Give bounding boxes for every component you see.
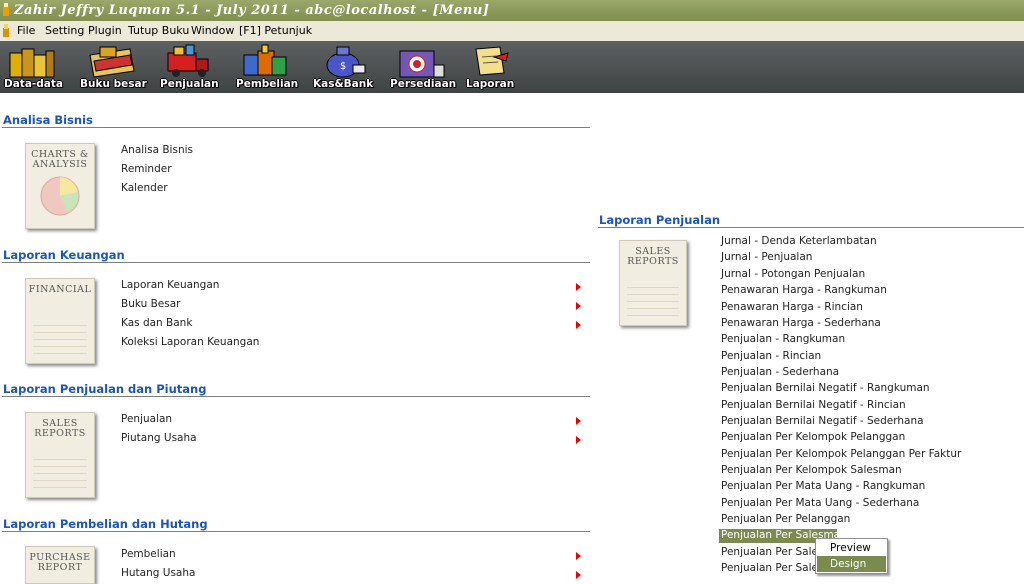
toolbar-data-data-button[interactable]: Data-data: [4, 43, 63, 91]
report-item[interactable]: Jurnal - Denda Keterlambatan: [721, 235, 877, 247]
menu-bar: File Setting Plugin Tutup Buku Window [F…: [0, 21, 1024, 41]
menu-window[interactable]: Window: [191, 21, 234, 41]
submenu-arrow-icon[interactable]: [576, 321, 581, 329]
report-item[interactable]: Penjualan Per Kelompok Pelanggan Per Fak…: [721, 448, 961, 460]
menu-item-kalender[interactable]: Kalender: [121, 182, 168, 194]
toolbar-pembelian-button[interactable]: Pembelian: [236, 43, 299, 91]
report-item[interactable]: Penjualan Per Sales: [721, 546, 823, 558]
menu-file[interactable]: File: [17, 21, 35, 41]
menu-item-piutang-usaha[interactable]: Piutang Usaha: [121, 432, 197, 444]
menu-item-hutang-usaha[interactable]: Hutang Usaha: [121, 567, 195, 579]
report-item[interactable]: Penjualan Bernilai Negatif - Rangkuman: [721, 382, 930, 394]
report-item[interactable]: Penjualan Per Sales: [721, 562, 823, 574]
section-divider: [2, 396, 590, 397]
report-item[interactable]: Penjualan Per Mata Uang - Rangkuman: [721, 480, 925, 492]
section-title-pembelian-hutang: Laporan Pembelian dan Hutang: [3, 517, 208, 531]
report-scroll-icon: [475, 46, 509, 76]
folders-icon: [9, 48, 55, 78]
toolbar-penjualan-button[interactable]: Penjualan: [160, 43, 219, 91]
window-title: Zahir Jeffry Luqman 5.1 - July 2011 - ab…: [14, 3, 490, 18]
menu-item-koleksi-laporan-keuangan[interactable]: Koleksi Laporan Keuangan: [121, 336, 259, 348]
report-item[interactable]: Jurnal - Potongan Penjualan: [721, 268, 865, 280]
report-item[interactable]: Penjualan Per Kelompok Salesman: [721, 464, 902, 476]
report-item[interactable]: Penjualan - Rincian: [721, 350, 821, 362]
report-item[interactable]: Penjualan Per Mata Uang - Sederhana: [721, 497, 919, 509]
menu-item-pembelian[interactable]: Pembelian: [121, 548, 176, 560]
report-item[interactable]: Penjualan - Rangkuman: [721, 333, 845, 345]
submenu-arrow-icon[interactable]: [576, 302, 581, 310]
report-item[interactable]: Penawaran Harga - Sederhana: [721, 317, 881, 329]
menu-setting[interactable]: Setting: [45, 21, 84, 41]
section-divider: [598, 227, 1024, 228]
toolbar-persediaan-button[interactable]: Persediaan: [390, 43, 457, 91]
submenu-arrow-icon[interactable]: [576, 552, 581, 560]
charts-analysis-book-icon: CHARTS & ANALYSIS: [25, 143, 95, 229]
purchase-report-book-icon: PURCHASE REPORT: [25, 546, 95, 584]
toolbar-label: Buku besar: [80, 78, 147, 90]
menu-item-buku-besar[interactable]: Buku Besar: [121, 298, 181, 310]
app-menu-icon[interactable]: [2, 24, 11, 38]
context-menu-preview[interactable]: Preview: [817, 540, 886, 556]
section-title-laporan-keuangan: Laporan Keuangan: [3, 248, 125, 262]
ledger-book-icon: [89, 46, 135, 78]
menu-item-reminder[interactable]: Reminder: [121, 163, 172, 175]
toolbar: Data-data Buku besar Penjualan Pembelian…: [0, 41, 1024, 93]
report-item[interactable]: Penjualan - Sederhana: [721, 366, 839, 378]
app-icon: [3, 3, 9, 16]
menu-tutup-buku[interactable]: Tutup Buku: [128, 21, 189, 41]
submenu-arrow-icon[interactable]: [576, 417, 581, 425]
section-title-penjualan-piutang: Laporan Penjualan dan Piutang: [3, 382, 207, 396]
toolbar-label: Kas&Bank: [313, 78, 374, 90]
section-title-laporan-penjualan: Laporan Penjualan: [599, 213, 721, 227]
warehouse-box-icon: [399, 50, 445, 78]
report-item[interactable]: Penjualan Bernilai Negatif - Sederhana: [721, 415, 924, 427]
submenu-arrow-icon[interactable]: [576, 571, 581, 579]
menu-item-analisa-bisnis[interactable]: Analisa Bisnis: [121, 144, 193, 156]
context-menu-design[interactable]: Design: [817, 556, 886, 572]
toolbar-label: Penjualan: [160, 78, 219, 90]
submenu-arrow-icon[interactable]: [576, 283, 581, 291]
context-menu: Preview Design: [815, 538, 888, 574]
section-divider: [2, 531, 590, 532]
book-title: PURCHASE REPORT: [29, 552, 91, 573]
book-lines: [33, 453, 87, 489]
section-divider: [2, 262, 590, 263]
report-item[interactable]: Jurnal - Penjualan: [721, 251, 812, 263]
menu-item-kas-dan-bank[interactable]: Kas dan Bank: [121, 317, 192, 329]
section-title-analisa-bisnis: Analisa Bisnis: [3, 113, 93, 127]
pie-chart-illustration: [40, 176, 80, 216]
submenu-arrow-icon[interactable]: [576, 436, 581, 444]
book-lines: [627, 281, 679, 317]
book-lines: [33, 319, 87, 355]
title-bar: Zahir Jeffry Luqman 5.1 - July 2011 - ab…: [0, 0, 1024, 21]
toolbar-buku-besar-button[interactable]: Buku besar: [80, 43, 147, 91]
book-title: SALES REPORTS: [627, 246, 679, 267]
report-item[interactable]: Penawaran Harga - Rangkuman: [721, 284, 887, 296]
money-bag-icon: $: [326, 46, 366, 78]
book-title: SALES REPORTS: [34, 418, 86, 439]
sales-reports-book-icon: SALES REPORTS: [619, 240, 687, 326]
toolbar-kas-bank-button[interactable]: $ Kas&Bank: [313, 43, 374, 91]
section-divider: [2, 127, 590, 128]
toolbar-label: Data-data: [4, 78, 63, 90]
book-title: FINANCIAL: [28, 284, 92, 295]
toolbar-label: Pembelian: [236, 78, 299, 90]
toolbar-laporan-button[interactable]: Laporan: [466, 43, 514, 91]
report-item[interactable]: Penjualan Per Pelanggan: [721, 513, 850, 525]
report-item[interactable]: Penjualan Bernilai Negatif - Rincian: [721, 399, 906, 411]
book-title: CHARTS & ANALYSIS: [31, 149, 89, 170]
toolbar-label: Laporan: [466, 78, 515, 90]
report-item[interactable]: Penawaran Harga - Rincian: [721, 301, 863, 313]
sales-reports-book-icon: SALES REPORTS: [25, 412, 95, 498]
gift-boxes-icon: [243, 44, 287, 76]
svg-text:$: $: [340, 61, 346, 72]
menu-plugin[interactable]: Plugin: [88, 21, 122, 41]
toolbar-label: Persediaan: [390, 78, 457, 90]
menu-item-penjualan[interactable]: Penjualan: [121, 413, 172, 425]
menu-item-laporan-keuangan[interactable]: Laporan Keuangan: [121, 279, 219, 291]
delivery-truck-icon: [167, 44, 209, 77]
financial-book-icon: FINANCIAL: [25, 278, 95, 364]
menu-petunjuk[interactable]: [F1] Petunjuk: [239, 21, 312, 41]
report-item[interactable]: Penjualan Per Kelompok Pelanggan: [721, 431, 905, 443]
